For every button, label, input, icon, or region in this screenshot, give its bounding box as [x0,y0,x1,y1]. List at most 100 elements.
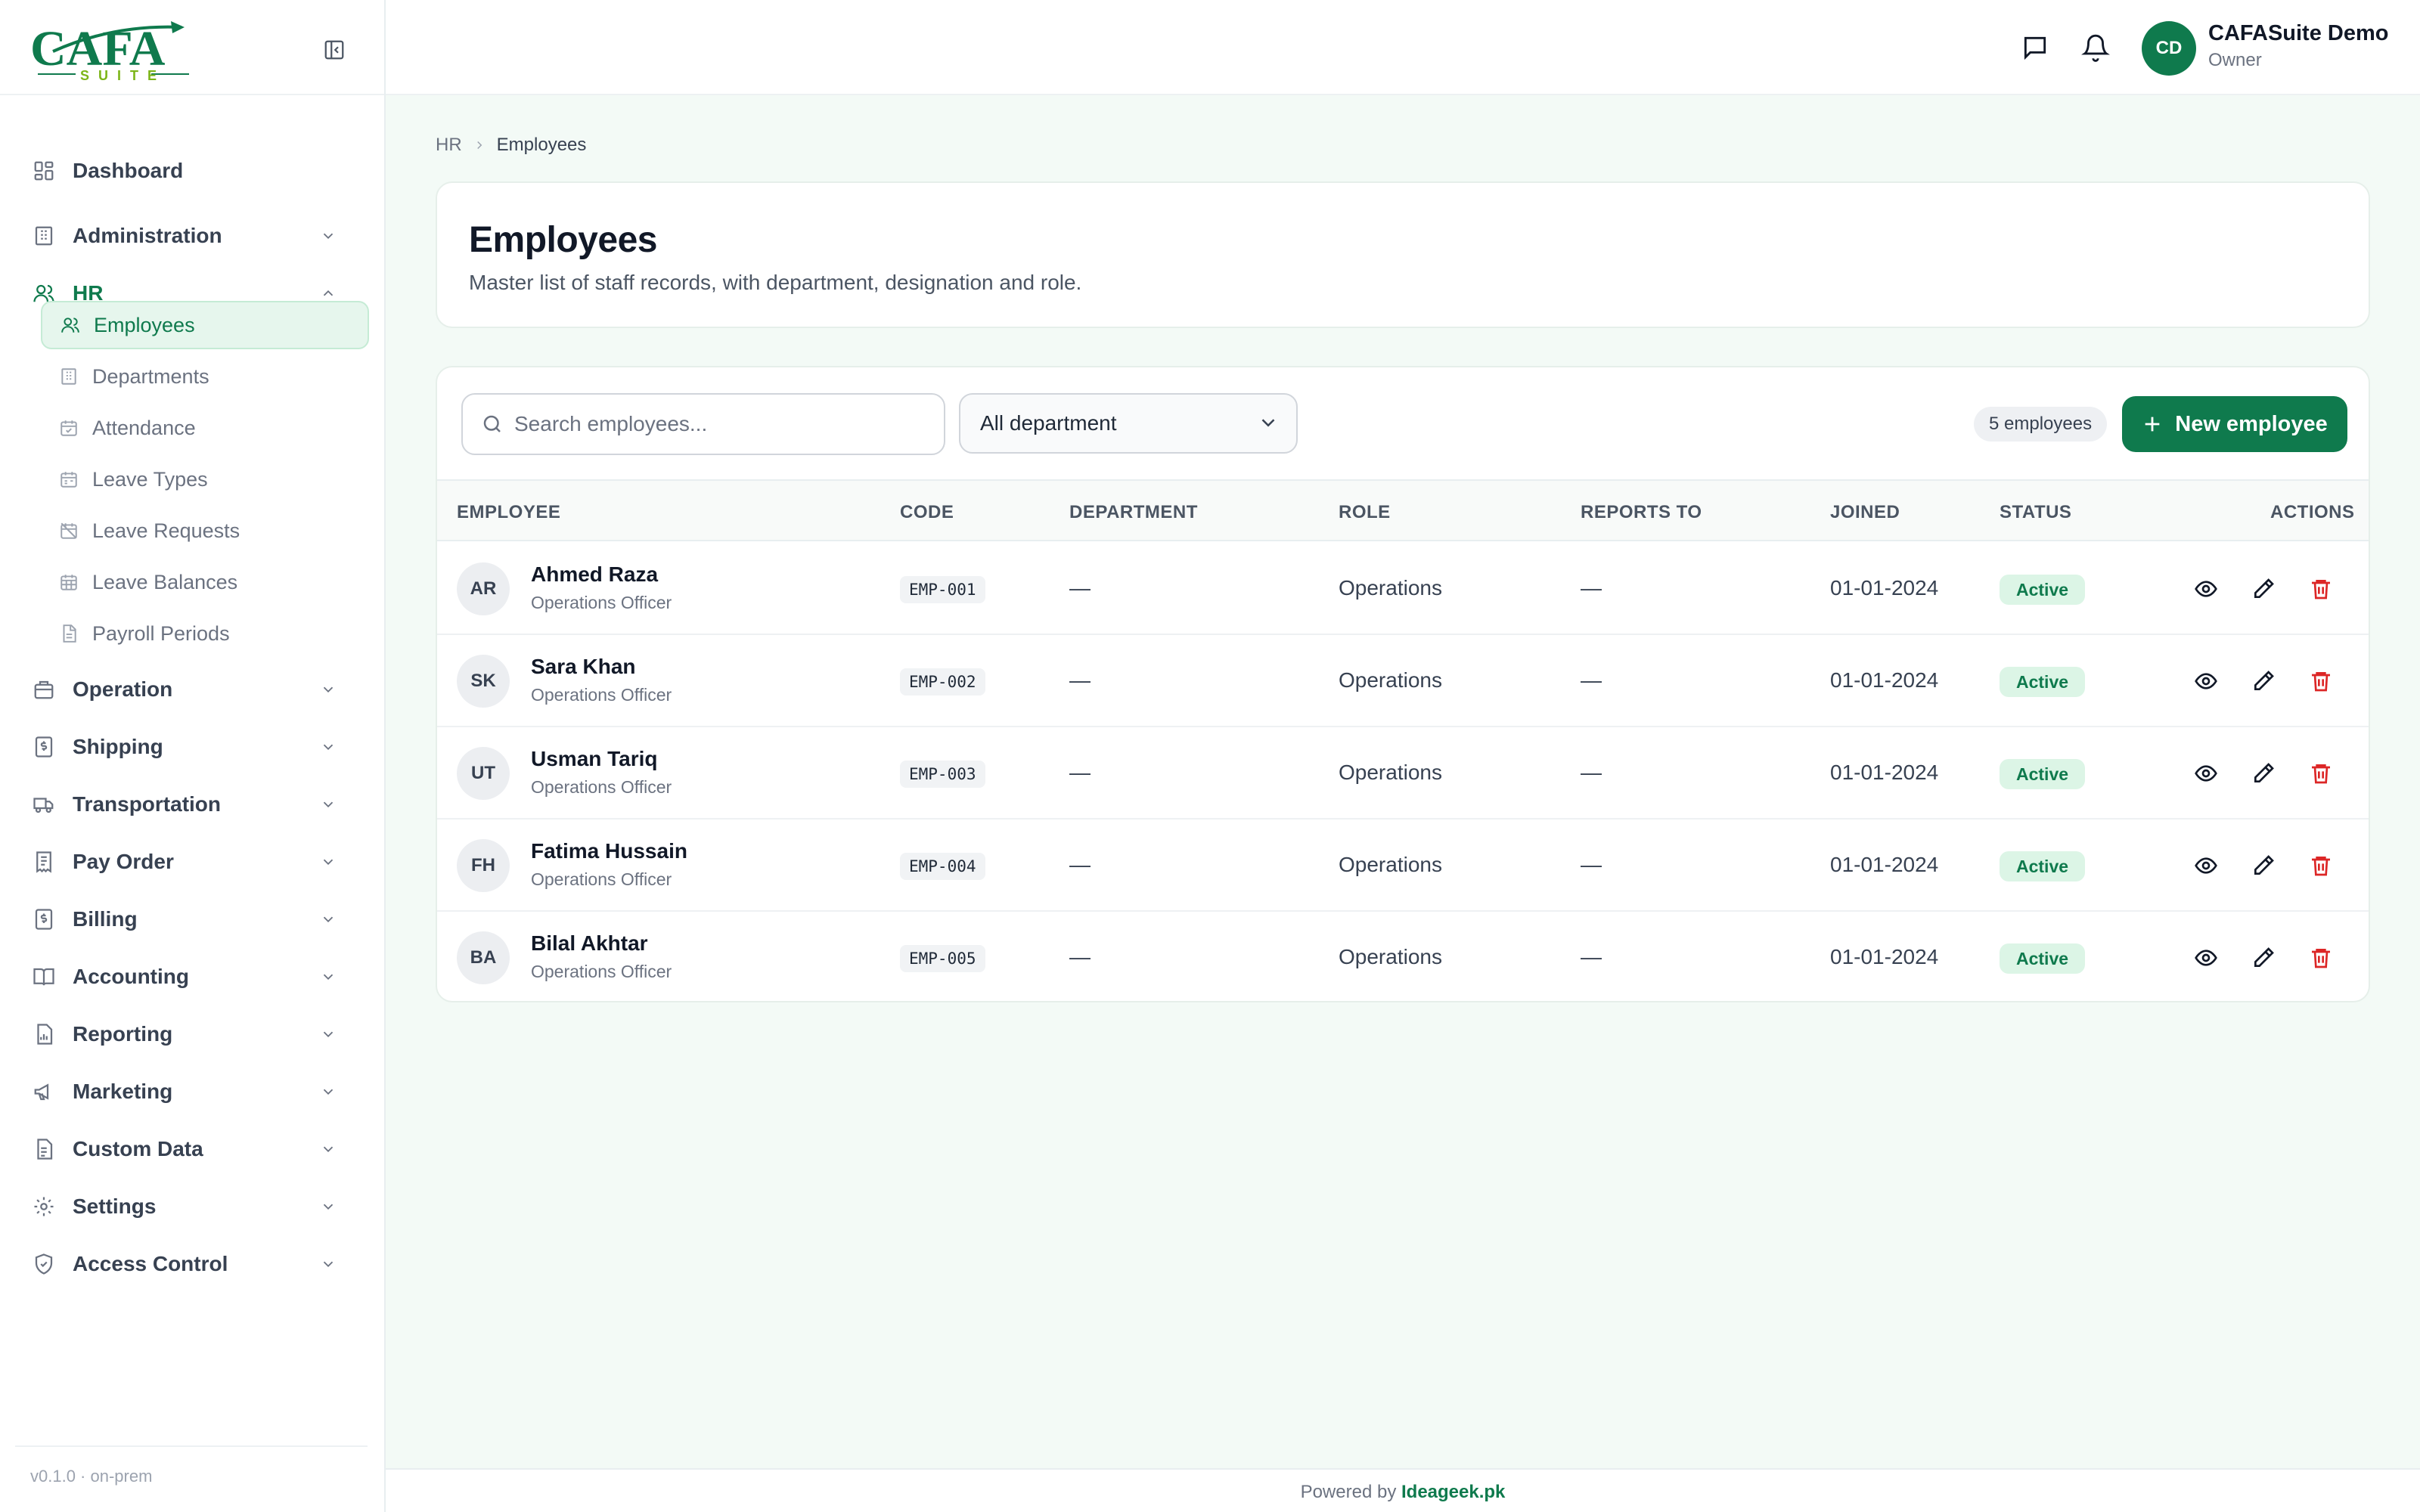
employee-name[interactable]: Fatima Hussain [531,839,687,863]
sidebar-subitem-leave-balances[interactable]: Leave Balances [41,558,369,606]
delete-button[interactable] [2305,942,2337,974]
briefcase-icon [30,676,57,703]
table-row[interactable]: BA Bilal Akhtar Operations Officer EMP-0… [437,912,2369,1001]
column-header-reports-to[interactable]: REPORTS TO [1581,502,1702,523]
eye-icon [2195,673,2217,689]
view-button[interactable] [2190,942,2222,974]
view-button[interactable] [2190,850,2222,881]
sidebar-item-label: Marketing [73,1080,173,1103]
sidebar-item-reporting[interactable]: Reporting [30,1012,363,1057]
employee-reports-to: — [1581,761,1602,784]
table-row[interactable]: AR Ahmed Raza Operations Officer EMP-001… [437,543,2369,635]
table-row[interactable]: UT Usman Tariq Operations Officer EMP-00… [437,727,2369,820]
form-icon [30,1136,57,1163]
edit-button[interactable] [2248,850,2279,881]
pencil-icon [2254,855,2274,875]
edit-button[interactable] [2248,573,2279,605]
calendar-off-icon [57,519,80,542]
sidebar-item-settings[interactable]: Settings [30,1184,363,1229]
sidebar-subitem-label: Departments [92,364,209,388]
edit-button[interactable] [2248,665,2279,697]
doc-icon [57,622,80,645]
edit-button[interactable] [2248,942,2279,974]
avatar[interactable]: CD [2142,21,2196,76]
sidebar-subitem-payroll-periods[interactable]: Payroll Periods [41,609,369,658]
delete-button[interactable] [2305,573,2337,605]
column-header-department[interactable]: DEPARTMENT [1069,502,1198,523]
sidebar-subitem-attendance[interactable]: Attendance [41,404,369,452]
delete-button[interactable] [2305,758,2337,789]
employee-designation: Operations Officer [531,962,672,981]
column-header-role[interactable]: ROLE [1339,502,1391,523]
employee-name[interactable]: Ahmed Raza [531,562,658,587]
sidebar-item-marketing[interactable]: Marketing [30,1069,363,1114]
employee-name[interactable]: Bilal Akhtar [531,931,648,956]
building-icon [30,222,57,249]
search-icon [483,415,501,432]
sidebar-item-custom-data[interactable]: Custom Data [30,1126,363,1172]
sidebar-item-accounting[interactable]: Accounting [30,954,363,999]
sidebar-subitem-leave-types[interactable]: Leave Types [41,455,369,503]
employee-designation: Operations Officer [531,685,672,705]
column-header-employee[interactable]: EMPLOYEE [457,502,560,523]
sidebar-subitem-employees[interactable]: Employees [41,301,369,349]
book-icon [30,963,57,990]
dollar-doc-icon [30,906,57,933]
employee-designation: Operations Officer [531,593,672,612]
employee-role: Operations [1339,761,1442,784]
eye-icon [2195,857,2217,874]
table-row[interactable]: FH Fatima Hussain Operations Officer EMP… [437,820,2369,912]
delete-button[interactable] [2305,850,2337,881]
sidebar-item-operation[interactable]: Operation [30,667,363,712]
view-button[interactable] [2190,758,2222,789]
sidebar-item-administration[interactable]: Administration [30,213,363,259]
sidebar-item-shipping[interactable]: Shipping [30,724,363,770]
notifications-button[interactable] [2078,30,2113,65]
brand-logo[interactable]: CAFA SUITE [30,17,197,80]
sidebar-item-label: Operation [73,677,173,701]
sidebar-item-pay-order[interactable]: Pay Order [30,839,363,885]
trash-icon [2312,857,2330,876]
search-box[interactable] [461,393,945,455]
sidebar-item-label: Settings [73,1194,157,1218]
view-button[interactable] [2190,665,2222,697]
breadcrumb-parent[interactable]: HR [436,135,462,156]
employee-code: EMP-003 [900,761,985,788]
search-input[interactable] [514,412,923,436]
sidebar-subitem-leave-requests[interactable]: Leave Requests [41,507,369,555]
column-header-joined[interactable]: JOINED [1830,502,1900,523]
status-badge: Active [2000,759,2086,789]
employee-name[interactable]: Sara Khan [531,655,636,679]
sidebar-item-access-control[interactable]: Access Control [30,1241,363,1287]
employee-code: EMP-004 [900,853,985,880]
column-header-code[interactable]: CODE [900,502,954,523]
gear-icon [30,1193,57,1220]
breadcrumb: HR Employees [436,135,586,156]
new-employee-button[interactable]: New employee [2122,396,2347,452]
edit-button[interactable] [2248,758,2279,789]
column-header-status[interactable]: STATUS [2000,502,2071,523]
sidebar-collapse-button[interactable] [318,35,351,65]
sidebar-subitem-departments[interactable]: Departments [41,352,369,401]
employee-joined: 01-01-2024 [1830,761,1939,784]
new-employee-label: New employee [2175,411,2328,436]
page-footer: Powered by Ideageek.pk [386,1468,2420,1512]
user-name[interactable]: CAFASuite Demo [2208,21,2388,46]
footer-brand-link[interactable]: Ideageek.pk [1401,1482,1505,1502]
employee-name[interactable]: Usman Tariq [531,747,658,771]
chevron-down-icon [1261,419,1275,427]
messages-button[interactable] [2018,30,2052,65]
department-filter-select[interactable]: All department [959,393,1298,454]
employee-code: EMP-001 [900,576,985,603]
delete-button[interactable] [2305,665,2337,697]
trash-icon [2312,764,2330,784]
plus-icon [2145,417,2160,432]
chevron-down-icon [315,1250,342,1278]
sidebar-item-transportation[interactable]: Transportation [30,782,363,827]
table-row[interactable]: SK Sara Khan Operations Officer EMP-002 … [437,635,2369,727]
sidebar-item-dashboard[interactable]: Dashboard [30,148,363,194]
sidebar-item-billing[interactable]: Billing [30,897,363,942]
view-button[interactable] [2190,573,2222,605]
table-header: EMPLOYEE CODE DEPARTMENT ROLE REPORTS TO… [437,479,2369,541]
column-header-actions: ACTIONS [2270,502,2355,522]
